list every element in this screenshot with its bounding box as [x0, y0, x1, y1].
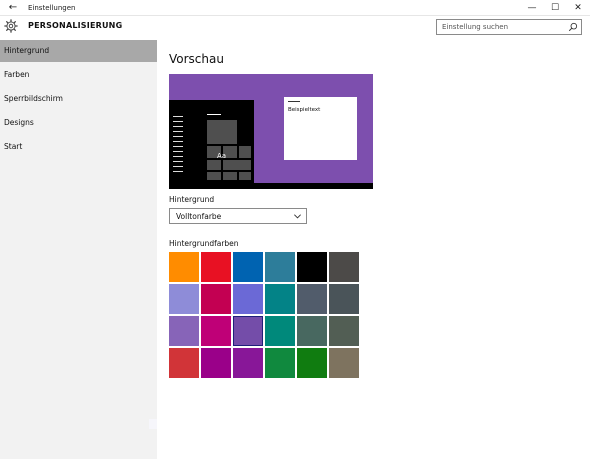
background-colors-label: Hintergrundfarben	[169, 239, 239, 248]
background-color-grid	[169, 252, 361, 378]
color-swatch[interactable]	[233, 284, 263, 314]
color-swatch[interactable]	[265, 252, 295, 282]
page-title: Vorschau	[169, 52, 224, 66]
sidebar: Hintergrund Farben Sperrbildschirm Desig…	[0, 40, 157, 459]
background-label: Hintergrund	[169, 195, 215, 204]
color-swatch[interactable]	[329, 284, 359, 314]
sidebar-item-start[interactable]: Start	[0, 136, 157, 158]
gear-icon	[4, 19, 18, 33]
close-button[interactable]: ✕	[566, 0, 590, 16]
main-content: Vorschau Aa Beispieltext Hintergrund Vol…	[157, 40, 590, 459]
preview-sample-text: Beispieltext	[288, 107, 321, 113]
color-swatch[interactable]	[169, 316, 199, 346]
color-swatch[interactable]	[233, 252, 263, 282]
preview-window: Beispieltext	[284, 97, 357, 160]
color-swatch[interactable]	[329, 316, 359, 346]
preview-tile-label: Aa	[217, 152, 227, 160]
preview-header-line	[207, 114, 221, 115]
color-swatch[interactable]	[233, 316, 263, 346]
back-arrow-icon[interactable]: ←	[6, 0, 20, 16]
color-swatch[interactable]	[297, 284, 327, 314]
color-swatch[interactable]	[265, 284, 295, 314]
color-swatch[interactable]	[265, 348, 295, 378]
color-swatch[interactable]	[201, 348, 231, 378]
preview-taskbar	[169, 183, 373, 189]
search-icon[interactable]	[568, 22, 578, 32]
preview-app-list	[173, 114, 191, 180]
maximize-button[interactable]: ☐	[543, 0, 567, 16]
minimize-button[interactable]: —	[520, 0, 544, 16]
section-title: PERSONALISIERUNG	[28, 21, 123, 30]
settings-header: PERSONALISIERUNG	[0, 16, 590, 40]
title-bar: ← Einstellungen — ☐ ✕	[0, 0, 590, 16]
color-swatch[interactable]	[329, 348, 359, 378]
color-swatch[interactable]	[297, 252, 327, 282]
color-swatch[interactable]	[233, 348, 263, 378]
color-swatch[interactable]	[297, 348, 327, 378]
chevron-down-icon	[294, 214, 301, 219]
color-swatch[interactable]	[329, 252, 359, 282]
color-swatch[interactable]	[297, 316, 327, 346]
window-title: Einstellungen	[28, 4, 76, 12]
preview-panel: Aa Beispieltext	[169, 74, 373, 189]
sidebar-item-hintergrund[interactable]: Hintergrund	[0, 40, 157, 62]
color-swatch[interactable]	[201, 316, 231, 346]
color-swatch[interactable]	[169, 284, 199, 314]
background-dropdown-value: Volltonfarbe	[176, 212, 222, 221]
preview-start-menu: Aa	[169, 100, 254, 183]
sidebar-item-farben[interactable]: Farben	[0, 64, 157, 86]
color-swatch[interactable]	[265, 316, 295, 346]
color-swatch[interactable]	[201, 252, 231, 282]
color-swatch[interactable]	[169, 348, 199, 378]
color-swatch[interactable]	[201, 284, 231, 314]
preview-tiles	[207, 116, 252, 182]
sidebar-item-designs[interactable]: Designs	[0, 112, 157, 134]
color-swatch[interactable]	[169, 252, 199, 282]
background-dropdown[interactable]: Volltonfarbe	[169, 208, 307, 224]
search-input[interactable]	[437, 20, 565, 34]
sidebar-item-sperrbildschirm[interactable]: Sperrbildschirm	[0, 88, 157, 110]
search-box[interactable]	[436, 19, 582, 35]
